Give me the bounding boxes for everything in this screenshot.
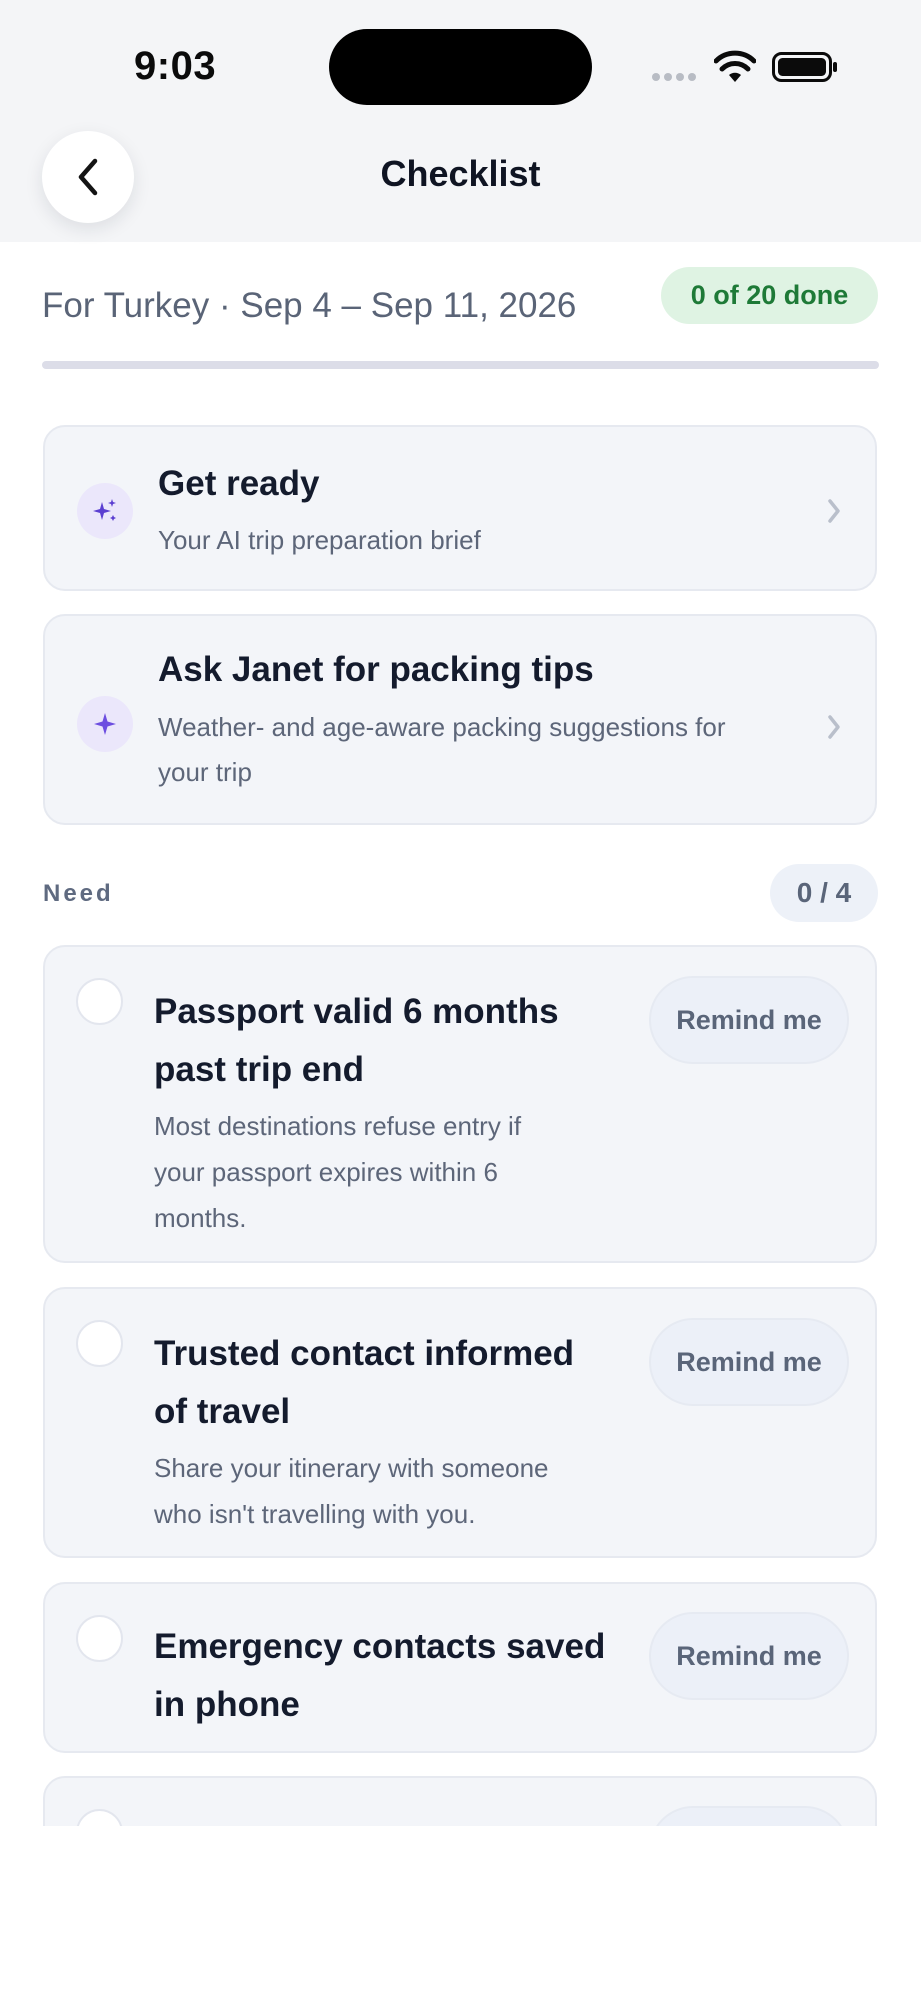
checkbox[interactable] (76, 1615, 123, 1662)
page-title: Checklist (380, 153, 541, 194)
item-description-line: months. (154, 1203, 247, 1233)
item-title: Emergency contacts saved in phone (154, 1618, 624, 1734)
get-ready-card[interactable]: Get ready Your AI trip preparation brief (43, 425, 877, 591)
card-title: Get ready (158, 464, 320, 503)
checklist-item: Passport valid 6 months past trip end Mo… (43, 945, 877, 1263)
item-description-line: who isn't travelling with you. (154, 1499, 476, 1529)
item-title-line: Emergency contacts saved (154, 1627, 606, 1666)
item-description: Most destinations refuse entry if your p… (154, 1103, 604, 1241)
section-count-badge: 0 / 4 (770, 864, 878, 922)
checkbox[interactable] (76, 1320, 123, 1367)
remind-me-button[interactable]: Remind me (649, 976, 849, 1064)
item-description-line: your passport expires within 6 (154, 1157, 498, 1187)
chevron-right-icon (828, 499, 840, 523)
item-title: Trusted contact informed of travel (154, 1325, 624, 1441)
section-label: Need (43, 880, 114, 907)
status-time: 9:03 (134, 44, 217, 88)
remind-me-button[interactable]: Remind me (649, 1318, 849, 1406)
top-bar: 9:03 Checklist (0, 0, 921, 242)
checklist-item-partial (43, 1776, 877, 1826)
card-title: Ask Janet for packing tips (158, 650, 594, 689)
item-description-line: Most destinations refuse entry if (154, 1111, 522, 1141)
wifi-icon (714, 50, 756, 82)
remind-me-button[interactable] (649, 1806, 849, 1826)
trip-subtitle: For Turkey · Sep 4 – Sep 11, 2026 (42, 286, 577, 325)
card-description: Your AI trip preparation brief (158, 525, 481, 555)
battery-icon (772, 52, 837, 82)
bottom-area (0, 1826, 921, 2000)
checkbox[interactable] (76, 978, 123, 1025)
chevron-right-icon (828, 715, 840, 739)
progress-bar (42, 361, 879, 369)
packing-tips-card[interactable]: Ask Janet for packing tips Weather- and … (43, 614, 877, 825)
sparkles-icon (77, 483, 133, 539)
item-description: Share your itinerary with someone who is… (154, 1445, 604, 1537)
item-description-line: Share your itinerary with someone (154, 1453, 549, 1483)
item-title: Passport valid 6 months past trip end (154, 983, 624, 1099)
item-title-line: Trusted contact informed (154, 1334, 575, 1373)
checklist-item: Trusted contact informed of travel Share… (43, 1287, 877, 1558)
description-line: Weather- and age-aware packing suggestio… (158, 712, 726, 742)
item-title-line: of travel (154, 1392, 291, 1431)
item-title-line: Passport valid 6 months (154, 992, 559, 1031)
done-count-badge: 0 of 20 done (661, 267, 878, 324)
scroll-clip (0, 1772, 921, 1826)
card-description: Weather- and age-aware packing suggestio… (158, 705, 726, 795)
checklist-item: Emergency contacts saved in phone Remind… (43, 1582, 877, 1753)
cellular-dots-icon (652, 73, 696, 81)
dynamic-island (329, 29, 592, 105)
sparkle-icon (77, 696, 133, 752)
checkbox[interactable] (76, 1809, 123, 1826)
item-title-line: past trip end (154, 1050, 365, 1089)
item-title-line: in phone (154, 1685, 300, 1724)
description-line: your trip (158, 757, 252, 787)
remind-me-button[interactable]: Remind me (649, 1612, 849, 1700)
